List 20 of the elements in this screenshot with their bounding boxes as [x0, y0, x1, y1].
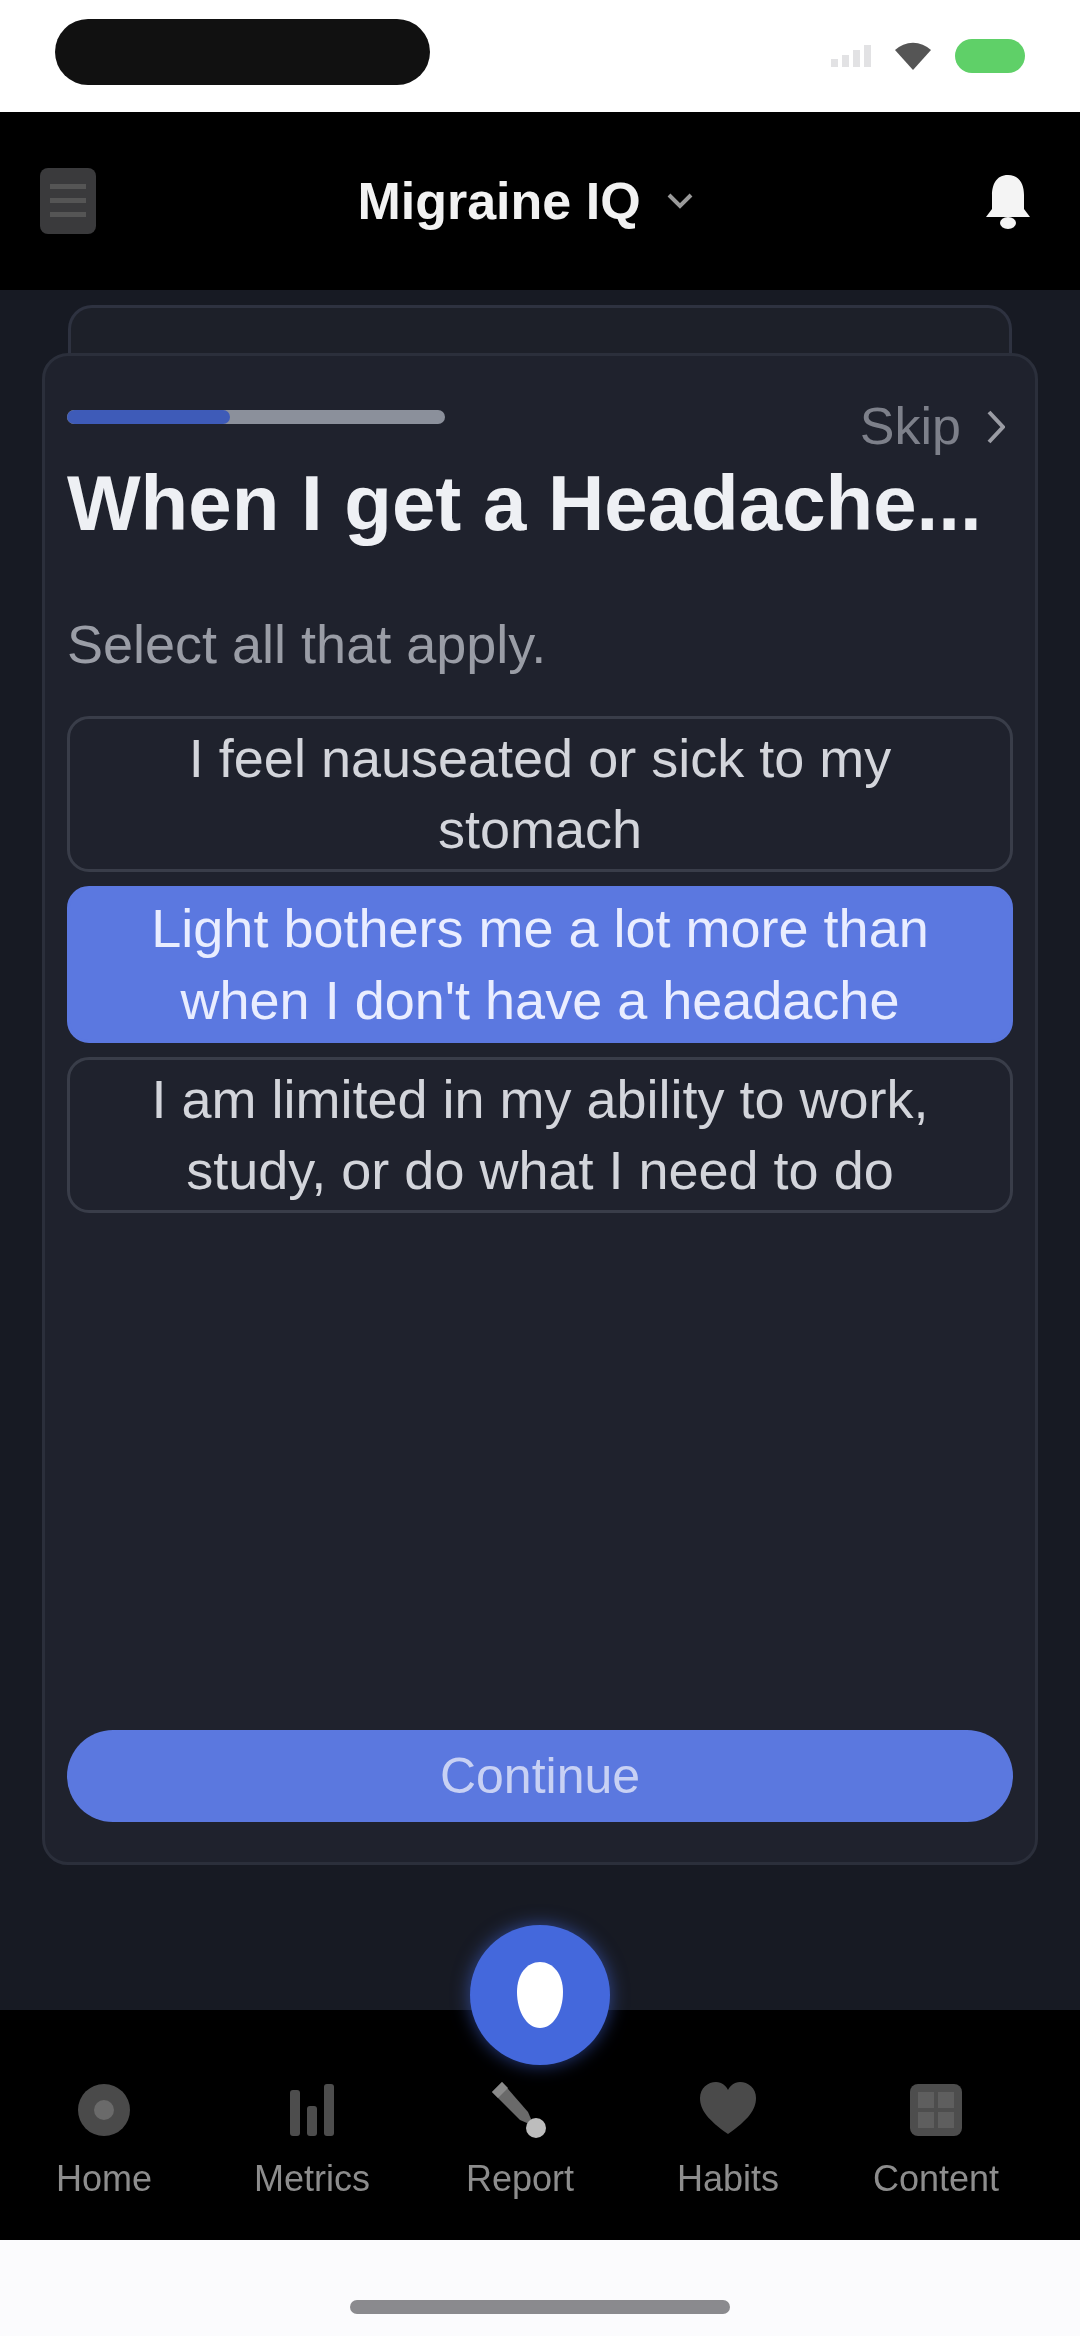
option-button[interactable]: I am limited in my ability to work, study, or do what I need to do — [67, 1056, 1013, 1214]
bell-icon[interactable] — [984, 173, 1032, 229]
battery-icon — [955, 39, 1025, 73]
chevron-down-icon — [666, 193, 693, 209]
instruction-text: Select all that apply. — [67, 612, 548, 676]
question-title: When I get a Headache... — [67, 459, 983, 549]
fab-button[interactable] — [470, 1925, 610, 2065]
signal-icon — [831, 45, 871, 67]
app-title-dropdown[interactable]: Migraine IQ — [347, 158, 703, 244]
wifi-icon — [895, 42, 931, 70]
skip-button[interactable]: Skip — [851, 398, 1013, 456]
nav-tab[interactable]: Content — [832, 2072, 1040, 2205]
option-button[interactable]: I feel nauseated or sick to my stomach — [67, 715, 1013, 873]
nav-tab[interactable]: Metrics — [208, 2072, 416, 2205]
nav-tab[interactable]: Report — [416, 2072, 624, 2205]
chevron-right-icon — [987, 409, 1005, 444]
nav-tab[interactable]: Home — [0, 2072, 208, 2205]
oval-icon — [517, 1962, 563, 2028]
option-button[interactable]: Light bothers me a lot more than when I don't have a headache — [67, 886, 1013, 1043]
nav-tab[interactable]: Habits — [624, 2072, 832, 2205]
